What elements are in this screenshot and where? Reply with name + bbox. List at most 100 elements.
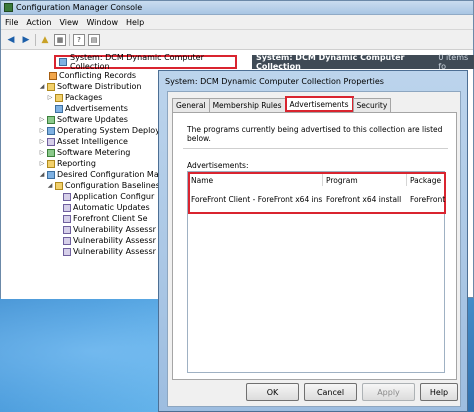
collapse-icon[interactable]: ◢ [39,83,45,90]
baseline-icon [63,225,71,234]
tree-item[interactable]: ▷ Reporting [39,158,96,169]
column-header-program[interactable]: Program [323,174,407,186]
tree-item[interactable]: ◢ Software Distribution [39,81,142,92]
table-cell-program[interactable]: Forefront x64 install [323,192,407,206]
baseline-icon [63,203,71,212]
menu-window[interactable]: Window [86,18,118,27]
baseline-icon [63,247,71,256]
tree-item[interactable]: Forefront Client Se [63,213,148,224]
expand-icon[interactable]: ▷ [39,160,45,167]
package-icon [55,93,63,102]
tree-item-label: Operating System Deployme [57,126,161,135]
forward-arrow-icon[interactable]: ▶ [20,34,32,46]
collection-icon [59,58,67,66]
tree-item-label: Asset Intelligence [57,137,128,146]
tree-item-label: Conflicting Records [59,71,137,80]
menu-action[interactable]: Action [26,18,51,27]
tree-item-label: Vulnerability Assessr [73,225,156,234]
tree-item-label: Software Updates [57,115,128,124]
expand-icon[interactable]: ▷ [39,138,45,145]
tab-membership-rules[interactable]: Membership Rules [208,98,286,112]
baseline-folder-icon [55,181,63,190]
help-icon[interactable]: ? [73,33,85,46]
tree-item[interactable]: ▷ Software Metering [39,147,131,158]
expand-icon[interactable]: ▷ [47,94,53,101]
tree-item-label: Application Configur [73,192,155,201]
tree-item[interactable]: Conflicting Records [49,70,136,81]
tab-strip: General Membership Rules Advertisements … [172,96,392,112]
metering-icon [47,148,55,157]
toolbar-separator [69,33,70,46]
tree-item-label: Desired Configuration Mana [57,170,161,179]
window-title: Configuration Manager Console [16,3,143,12]
tree-item[interactable]: Application Configur [63,191,154,202]
dialog-body: General Membership Rules Advertisements … [167,91,461,407]
column-header-name[interactable]: Name [188,174,323,186]
expand-icon[interactable]: ▷ [39,149,45,156]
menu-view[interactable]: View [59,18,78,27]
dcm-icon [47,170,55,179]
results-pane-header: System: DCM Dynamic Computer Collection … [252,53,474,71]
tree-item[interactable]: Vulnerability Assessr [63,224,156,235]
table-cell-name[interactable]: ForeFront Client - ForeFront x64 ins... [188,192,323,206]
tree-item-label: Software Distribution [57,82,142,91]
app-icon [4,3,13,12]
tree-item-label: Vulnerability Assessr [73,247,156,256]
updates-icon [47,115,55,124]
tree-item[interactable]: Advertisements [55,103,128,114]
toolbar: ◀ ▶ ▲ ▦ ? ▤ [1,30,473,50]
expand-icon[interactable]: ▷ [39,116,45,123]
table-cell-package[interactable]: ForeFront C [407,192,445,206]
tree-item[interactable]: Vulnerability Assessr [63,246,156,257]
tree-item[interactable]: ▷ Packages [47,92,103,103]
tree-item-label: Forefront Client Se [73,214,148,223]
tree-item[interactable]: ▷ Asset Intelligence [39,136,128,147]
advertisement-icon [55,104,63,113]
os-deployment-icon [47,126,55,135]
tree-item-label: Vulnerability Assessr [73,236,156,245]
menu-file[interactable]: File [5,18,18,27]
expand-icon[interactable]: ▷ [39,127,45,134]
tree-item[interactable]: ▷ Operating System Deployme [39,125,161,136]
console-tree: Conflicting Records ◢ Software Distribut… [1,50,161,299]
baseline-icon [63,236,71,245]
tab-advertisements[interactable]: Advertisements [284,96,354,112]
results-count: 0 items fo [438,53,469,71]
tree-item[interactable]: ◢ Desired Configuration Mana [39,169,161,180]
tab-general[interactable]: General [172,98,210,112]
advertisements-list[interactable]: Name Program Package ForeFront Client - … [187,171,446,373]
tab-page: The programs currently being advertised … [172,112,457,380]
tree-item-label: System: DCM Dynamic Computer Collection [70,53,204,71]
folder-icon [47,82,55,91]
collapse-icon[interactable]: ◢ [39,171,45,178]
help-button[interactable]: Help [420,383,458,401]
menu-help[interactable]: Help [126,18,144,27]
column-header-package[interactable]: Package [407,174,446,186]
up-folder-icon[interactable]: ▲ [39,34,51,46]
advertisements-label: Advertisements: [187,161,249,170]
tree-item-label: Advertisements [65,104,128,113]
collapse-icon[interactable]: ◢ [47,182,53,189]
back-arrow-icon[interactable]: ◀ [5,34,17,46]
tree-item-selected[interactable]: System: DCM Dynamic Computer Collection [54,53,237,71]
tree-item-label: Reporting [57,159,96,168]
tree-item-label: Packages [65,93,103,102]
apply-button[interactable]: Apply [362,383,415,401]
tree-item[interactable]: ◢ Configuration Baselines [47,180,160,191]
divider [183,148,448,149]
reporting-icon [47,159,55,168]
tree-item[interactable]: ▷ Software Updates [39,114,128,125]
tree-item[interactable]: Vulnerability Assessr [63,235,156,246]
dialog-title: System: DCM Dynamic Computer Collection … [165,77,384,86]
tree-item[interactable]: Automatic Updates [63,202,150,213]
properties-icon[interactable]: ▤ [88,33,100,46]
tree-item-label: Automatic Updates [73,203,150,212]
tab-security[interactable]: Security [352,98,392,112]
tree-item-label: Configuration Baselines [65,181,160,190]
baseline-icon [63,214,71,223]
console-tree-icon[interactable]: ▦ [54,33,66,46]
results-title: System: DCM Dynamic Computer Collection [256,53,405,71]
title-bar: Configuration Manager Console [1,1,473,15]
ok-button[interactable]: OK [246,383,299,401]
cancel-button[interactable]: Cancel [304,383,357,401]
